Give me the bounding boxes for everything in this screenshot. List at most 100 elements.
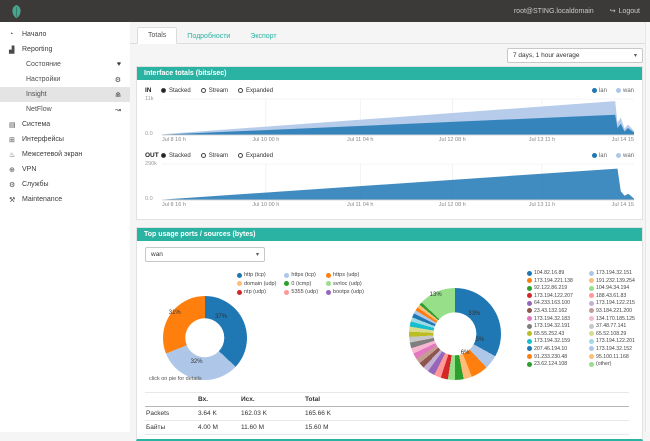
sidebar-item-insight[interactable]: Insight⋒ [0,87,130,102]
sidebar-item-label: Система [22,121,50,128]
legend-item[interactable]: 173.194.32.151 [589,270,646,276]
legend-item[interactable]: 104.94.34.194 [589,285,646,291]
legend-item[interactable]: 91.233.230.48 [527,354,584,360]
mode-radio-expanded[interactable]: Expanded [238,88,273,94]
sidebar-item-netflow[interactable]: NetFlow↝ [0,102,130,117]
sidebar-item-health[interactable]: Состояние♥ [0,57,130,72]
legend-label: ntp (udp) [244,289,266,295]
legend-item[interactable]: 191.232.139.254 [589,278,646,284]
gear-icon: ⚙ [115,76,121,84]
legend-item-lan[interactable]: lan [592,88,607,94]
sidebar-item-maintenance[interactable]: ⚒Maintenance [0,192,130,207]
mode-radio-stacked[interactable]: Stacked [161,88,191,94]
sidebar-item-label: Состояние [26,61,61,68]
table-header-cell: Total [304,393,629,407]
logout-icon: ↪ [610,7,616,15]
vertical-scrollbar[interactable] [645,22,650,432]
legend-item[interactable]: 173.194.32.159 [527,338,584,344]
legend-item[interactable]: bootps (udp) [326,289,364,295]
brand-logo-icon[interactable] [10,4,23,19]
legend-item[interactable]: 5355 (udp) [284,289,318,295]
legend-label: lan [599,153,607,159]
x-axis-labels: Jul 8 16 hJul 10 00 hJul 11 04 hJul 12 0… [162,201,634,210]
tab-export[interactable]: Экспорт [240,29,286,44]
legend-dot-icon [592,88,597,93]
legend-item[interactable]: domain (udp) [237,281,276,287]
table-header-cell: Исх. [240,393,304,407]
legend-item[interactable]: svrloc (udp) [326,281,364,287]
sidebar-item-system[interactable]: ▤Система [0,117,130,132]
legend-dot-icon [527,278,532,283]
tab-label: Подробности [187,33,230,40]
time-range-select[interactable]: 7 days, 1 hour average ▾ [507,48,643,63]
area-chart-canvas[interactable] [162,98,634,136]
tab-details[interactable]: Подробности [177,29,240,44]
legend-item-wan[interactable]: wan [616,153,634,159]
legend-item-lan[interactable]: lan [592,153,607,159]
interface-select[interactable]: wan ▾ [145,247,265,262]
legend-item[interactable]: 134.170.185.125 [589,316,646,322]
legend-item[interactable]: 173.194.122.215 [589,300,646,306]
legend-label: 173.194.221.138 [534,278,573,284]
traffic-chart-in: IN StackedStreamExpanded lanwan 11k 0.0 … [145,85,634,145]
radio-icon [238,88,243,93]
area-chart-canvas[interactable] [162,163,634,201]
x-tick-label: Jul 11 04 h [347,202,374,208]
x-axis-labels: Jul 8 16 hJul 10 00 hJul 11 04 hJul 12 0… [162,136,634,145]
sources-pie-chart[interactable]: 33%5%6%13% [409,288,501,380]
legend-item[interactable]: 173.194.122.201 [589,338,646,344]
legend-item[interactable]: 207.46.194.10 [527,346,584,352]
legend-label: 134.170.185.125 [596,316,635,322]
logged-in-user: root@STING.localdomain [514,8,594,15]
mode-radio-stream[interactable]: Stream [201,153,228,159]
legend-item[interactable]: 173.194.221.138 [527,278,584,284]
legend-item[interactable]: 0 (icmp) [284,281,318,287]
legend-item[interactable]: 93.184.221.200 [589,308,646,314]
chart-mode-radios: Stacked Stream Expanded [161,153,273,159]
legend-item[interactable]: 173.194.32.183 [527,316,584,322]
ports-pie-chart[interactable]: 37%32%31% [163,296,247,380]
legend-label: 23.62.124.108 [534,361,567,367]
legend-label: 173.194.32.191 [534,323,570,329]
legend-dot-icon [326,281,331,286]
legend-item[interactable]: ntp (udp) [237,289,276,295]
tab-label: Экспорт [250,33,276,40]
sidebar-item-reporting[interactable]: ▟Reporting [0,42,130,57]
legend-item[interactable]: (other) [589,361,646,367]
legend-label: 207.46.194.10 [534,346,567,352]
legend-item[interactable]: https (tcp) [284,272,318,278]
legend-item[interactable]: 92.122.86.219 [527,285,584,291]
sidebar-item-vpn[interactable]: ⊕VPN [0,162,130,177]
mode-radio-expanded[interactable]: Expanded [238,153,273,159]
sidebar-item-services[interactable]: ⚙Службы [0,177,130,192]
legend-item[interactable]: 64.233.163.100 [527,300,584,306]
legend-item-wan[interactable]: wan [616,88,634,94]
table-cell: 162.03 K [240,407,304,421]
legend-item[interactable]: 104.82.16.89 [527,270,584,276]
gear-icon: ⚙ [9,181,22,189]
sidebar-item-firewall[interactable]: ♨Межсетевой экран [0,147,130,162]
sidebar-item-settings[interactable]: Настройки⚙ [0,72,130,87]
mode-radio-stacked[interactable]: Stacked [161,153,191,159]
legend-item[interactable]: https (udp) [326,272,364,278]
legend-item[interactable]: 23.43.132.162 [527,308,584,314]
sidebar-item-interfaces[interactable]: ⊞Интерфейсы [0,132,130,147]
legend-item[interactable]: 95.100.11.168 [589,354,646,360]
legend-item[interactable]: 173.194.32.152 [589,346,646,352]
legend-item[interactable]: 173.194.122.207 [527,293,584,299]
legend-item[interactable]: 188.43.61.83 [589,293,646,299]
radio-icon [161,153,166,158]
legend-item[interactable]: 23.62.124.108 [527,361,584,367]
legend-item[interactable]: http (tcp) [237,272,276,278]
legend-item[interactable]: 65.52.108.29 [589,331,646,337]
mode-radio-stream[interactable]: Stream [201,88,228,94]
totals-table: Вх.Исх.Total Packets3.64 K162.03 K165.66… [145,392,629,435]
tab-totals[interactable]: Totals [137,27,177,44]
legend-item[interactable]: 173.194.32.191 [527,323,584,329]
legend-label: 188.43.61.83 [596,293,626,299]
legend-item[interactable]: 37.48.77.141 [589,323,646,329]
logout-button[interactable]: ↪ Logout [610,7,640,15]
sidebar-item-home[interactable]: ◔Начало [0,27,130,42]
legend-item[interactable]: 65.55.252.43 [527,331,584,337]
legend-label: 191.232.139.254 [596,278,635,284]
